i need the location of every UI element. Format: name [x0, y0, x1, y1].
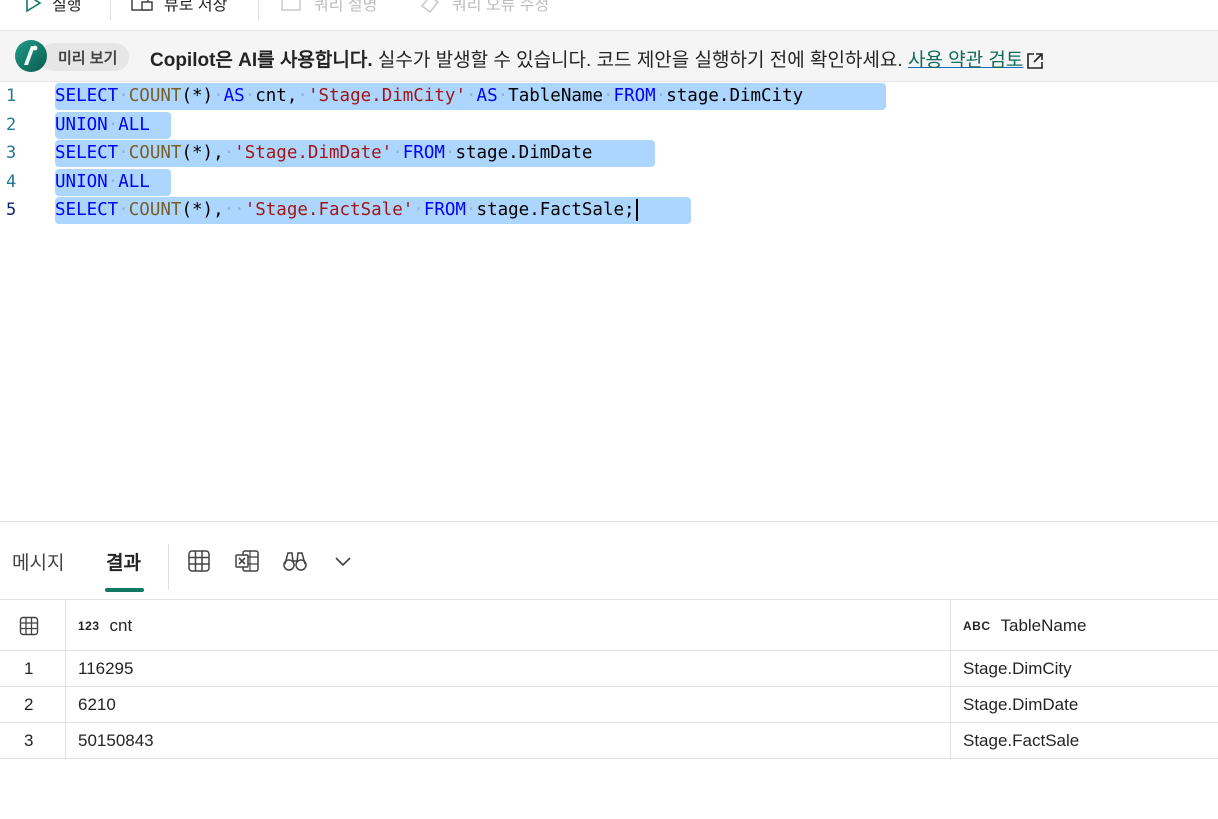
toolbar-divider: [110, 0, 111, 20]
column-name: TableName: [1000, 616, 1087, 635]
eraser-icon: [420, 0, 440, 14]
toolbar: 실행 뷰로 저장 쿼리 설명 쿼리 오류 수정: [0, 0, 1218, 30]
preview-label: 미리 보기: [58, 49, 118, 67]
fix-query-label: 쿼리 오류 수정: [452, 0, 550, 14]
column-name: cnt: [109, 616, 133, 635]
banner-text: 실수가 발생할 수 있습니다. 코드 제안을 실행하기 전에 확인하세요.: [372, 50, 903, 71]
terms-link[interactable]: 사용 약관 검토: [908, 50, 1023, 71]
table-row[interactable]: 2 6210 Stage.DimDate: [0, 687, 1218, 723]
row-index: 2: [24, 695, 34, 714]
code-line: 5 SELECT·COUNT(*),··'Stage.FactSale'·FRO…: [0, 196, 1218, 224]
code-line: 2 UNION·ALL: [0, 111, 1218, 139]
banner-bold-text: Copilot은 AI를 사용합니다.: [150, 50, 373, 71]
select-all-cell[interactable]: [18, 600, 40, 652]
line-number: 5: [6, 200, 17, 220]
table-view-icon[interactable]: [186, 548, 212, 574]
table-row[interactable]: 3 50150843 Stage.FactSale: [0, 723, 1218, 759]
column-header-cnt[interactable]: 123 cnt: [78, 600, 132, 652]
row-index: 3: [24, 731, 34, 750]
active-tab-indicator: [105, 588, 144, 592]
cnt-cell[interactable]: 6210: [78, 687, 116, 723]
numeric-type-icon: 123: [78, 619, 100, 633]
explain-icon: [281, 0, 301, 11]
code-text: UNION·ALL: [55, 115, 150, 135]
code-text: UNION·ALL: [55, 172, 150, 192]
tablename-cell[interactable]: Stage.FactSale: [963, 723, 1079, 759]
grid-icon: [19, 616, 39, 636]
run-button[interactable]: 실행: [22, 0, 81, 16]
table-row[interactable]: 1 116295 Stage.DimCity: [0, 651, 1218, 687]
cnt-cell[interactable]: 50150843: [78, 723, 154, 759]
cnt-cell[interactable]: 116295: [78, 651, 133, 687]
text-type-icon: ABC: [963, 619, 991, 633]
code-text: SELECT·COUNT(*)·AS·cnt,·'Stage.DimCity'·…: [55, 86, 804, 106]
copilot-disclaimer-banner: 미리 보기 Copilot은 AI를 사용합니다. 실수가 발생할 수 있습니다…: [0, 30, 1218, 82]
line-number: 3: [6, 143, 17, 163]
line-number: 2: [6, 115, 17, 135]
play-icon: [26, 0, 42, 13]
grid-header: 123 cnt ABC TableName: [0, 599, 1218, 651]
line-number: 4: [6, 172, 17, 192]
excel-export-icon[interactable]: [234, 548, 260, 574]
tab-results[interactable]: 결과: [106, 548, 141, 575]
code-text: SELECT·COUNT(*),··'Stage.FactSale'·FROM·…: [55, 196, 638, 224]
save-as-view-button[interactable]: 뷰로 저장: [130, 0, 227, 16]
binoculars-icon[interactable]: [282, 548, 308, 574]
tab-messages[interactable]: 메시지: [12, 548, 64, 575]
tablename-cell[interactable]: Stage.DimDate: [963, 687, 1078, 723]
tab-divider: [168, 544, 169, 590]
explain-query-label: 쿼리 설명: [314, 0, 378, 14]
explain-query-button[interactable]: 쿼리 설명: [280, 0, 377, 16]
external-link-icon[interactable]: [1025, 51, 1045, 71]
code-line: 4 UNION·ALL: [0, 168, 1218, 196]
fix-query-button[interactable]: 쿼리 오류 수정: [418, 0, 549, 16]
toolbar-divider: [258, 0, 259, 20]
sql-editor[interactable]: 1 SELECT·COUNT(*)·AS·cnt,·'Stage.DimCity…: [0, 82, 1218, 522]
view-icon: [131, 0, 153, 11]
code-line: 3 SELECT·COUNT(*),·'Stage.DimDate'·FROM·…: [0, 139, 1218, 167]
run-label: 실행: [52, 0, 82, 14]
save-view-label: 뷰로 저장: [164, 0, 228, 14]
code-text: SELECT·COUNT(*),·'Stage.DimDate'·FROM·st…: [55, 143, 593, 163]
preview-badge: 미리 보기: [40, 43, 130, 71]
banner-message: Copilot은 AI를 사용합니다. 실수가 발생할 수 있습니다. 코드 제…: [150, 45, 1045, 72]
copilot-icon: [15, 40, 47, 72]
column-header-tablename[interactable]: ABC TableName: [963, 600, 1087, 652]
chevron-down-icon[interactable]: [330, 548, 356, 574]
results-tab-bar: 메시지 결과: [0, 522, 1218, 600]
text-cursor: [635, 199, 638, 221]
line-number: 1: [6, 86, 17, 106]
code-line: 1 SELECT·COUNT(*)·AS·cnt,·'Stage.DimCity…: [0, 82, 1218, 110]
row-index: 1: [24, 659, 34, 678]
tablename-cell[interactable]: Stage.DimCity: [963, 651, 1072, 687]
